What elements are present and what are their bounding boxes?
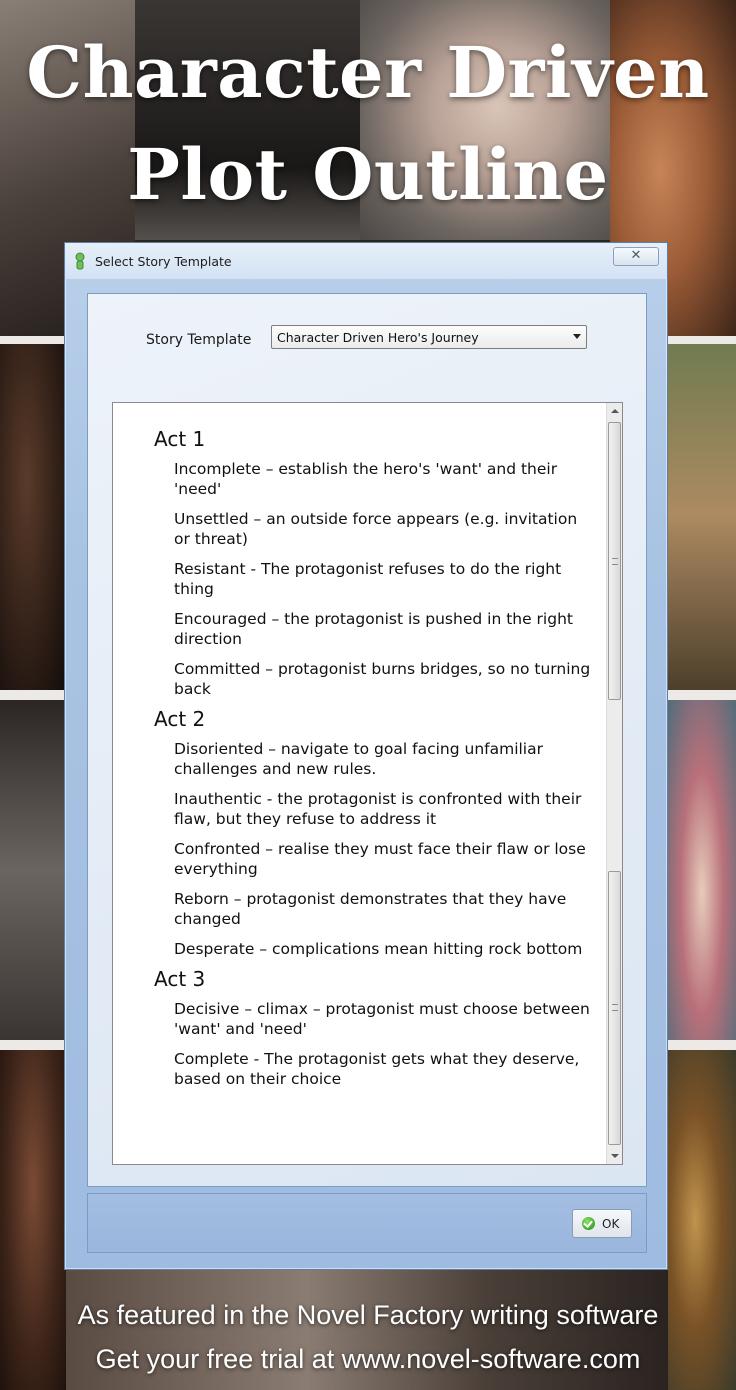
divider xyxy=(668,336,736,344)
ok-label: OK xyxy=(602,1217,620,1231)
window-title: Select Story Template xyxy=(95,254,232,269)
title-bar[interactable]: Select Story Template ✕ xyxy=(65,243,667,279)
act-3: Act 3 Decisive – climax – protagonist mu… xyxy=(153,967,593,1089)
app-icon xyxy=(75,252,85,270)
beat-item: Complete - The protagonist gets what the… xyxy=(174,1050,580,1088)
beat-item: Incomplete – establish the hero's 'want'… xyxy=(174,460,558,498)
ok-button[interactable]: OK xyxy=(572,1209,632,1238)
beat-item: Disoriented – navigate to goal facing un… xyxy=(174,740,543,778)
act-title: Act 3 xyxy=(154,967,206,991)
beat-item: Confronted – realise they must face thei… xyxy=(174,840,586,878)
act-title: Act 2 xyxy=(154,707,206,731)
divider xyxy=(0,1040,66,1050)
divider xyxy=(0,336,66,344)
scroll-down-icon[interactable] xyxy=(611,1154,619,1158)
photo-tile xyxy=(0,340,66,690)
story-template-value: Character Driven Hero's Journey xyxy=(277,330,479,345)
close-button[interactable]: ✕ xyxy=(613,247,659,266)
act-title: Act 1 xyxy=(154,427,206,451)
beat-item: Committed – protagonist burns bridges, s… xyxy=(174,660,591,698)
headline-line-1: Character Driven xyxy=(26,31,710,114)
content-panel: Story Template Character Driven Hero's J… xyxy=(87,293,647,1187)
story-template-select[interactable]: Character Driven Hero's Journey xyxy=(271,325,587,349)
caption-line-1: As featured in the Novel Factory writing… xyxy=(77,1300,659,1330)
caption-line-2: Get your free trial at www.novel-softwar… xyxy=(95,1344,641,1374)
scrollbar-thumb[interactable] xyxy=(608,871,621,1145)
headline: Character Driven Plot Outline xyxy=(0,22,736,226)
grip-icon xyxy=(612,1004,618,1011)
select-story-template-dialog: Select Story Template ✕ Story Template C… xyxy=(64,242,668,1270)
divider xyxy=(668,690,736,700)
beat-item: Desperate – complications mean hitting r… xyxy=(174,940,583,958)
template-outline-textbox[interactable]: Act 1 Incomplete – establish the hero's … xyxy=(112,402,623,1165)
divider xyxy=(0,690,66,700)
headline-line-2: Plot Outline xyxy=(127,133,609,216)
act-2: Act 2 Disoriented – navigate to goal fac… xyxy=(153,707,593,959)
chevron-down-icon xyxy=(573,334,581,339)
beat-item: Resistant - The protagonist refuses to d… xyxy=(174,560,562,598)
vertical-scrollbar[interactable] xyxy=(606,403,622,1164)
photo-tile xyxy=(0,700,66,1040)
button-bar: OK xyxy=(87,1193,647,1253)
check-circle-icon xyxy=(582,1217,595,1230)
beat-item: Decisive – climax – protagonist must cho… xyxy=(174,1000,590,1038)
divider xyxy=(668,1040,736,1050)
outline: Act 1 Incomplete – establish the hero's … xyxy=(153,427,593,1097)
beat-item: Reborn – protagonist demonstrates that t… xyxy=(174,890,567,928)
scroll-up-icon[interactable] xyxy=(611,409,619,413)
beat-item: Unsettled – an outside force appears (e.… xyxy=(174,510,578,548)
grip-icon xyxy=(612,558,618,565)
story-template-label: Story Template xyxy=(146,332,252,348)
beat-item: Encouraged – the protagonist is pushed i… xyxy=(174,610,573,648)
scrollbar-thumb[interactable] xyxy=(608,422,621,700)
caption: As featured in the Novel Factory writing… xyxy=(0,1293,736,1381)
beat-item: Inauthentic - the protagonist is confron… xyxy=(174,790,582,828)
photo-tile xyxy=(668,340,736,690)
act-1: Act 1 Incomplete – establish the hero's … xyxy=(153,427,593,699)
close-icon: ✕ xyxy=(630,248,642,263)
photo-tile xyxy=(668,700,736,1050)
